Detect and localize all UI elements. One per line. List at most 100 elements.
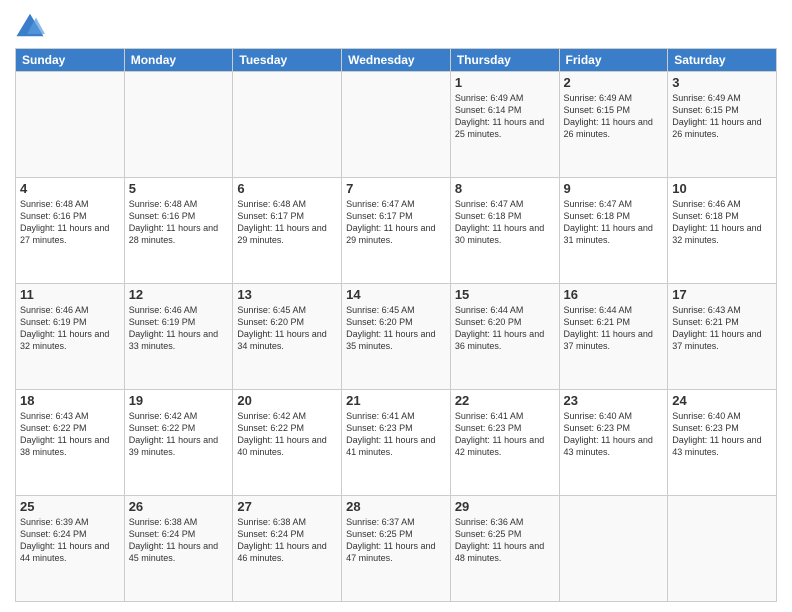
day-info: Sunrise: 6:49 AM Sunset: 6:15 PM Dayligh… [672, 92, 772, 141]
day-number: 9 [564, 181, 664, 196]
day-info: Sunrise: 6:40 AM Sunset: 6:23 PM Dayligh… [564, 410, 664, 459]
calendar-cell: 14 Sunrise: 6:45 AM Sunset: 6:20 PM Dayli… [342, 284, 451, 390]
day-info: Sunrise: 6:48 AM Sunset: 6:16 PM Dayligh… [20, 198, 120, 247]
calendar-cell: 23 Sunrise: 6:40 AM Sunset: 6:23 PM Dayli… [559, 390, 668, 496]
day-info: Sunrise: 6:48 AM Sunset: 6:16 PM Dayligh… [129, 198, 229, 247]
calendar-cell [668, 496, 777, 602]
day-number: 19 [129, 393, 229, 408]
day-info: Sunrise: 6:36 AM Sunset: 6:25 PM Dayligh… [455, 516, 555, 565]
col-header-wednesday: Wednesday [342, 49, 451, 72]
day-info: Sunrise: 6:49 AM Sunset: 6:15 PM Dayligh… [564, 92, 664, 141]
day-number: 17 [672, 287, 772, 302]
day-info: Sunrise: 6:38 AM Sunset: 6:24 PM Dayligh… [237, 516, 337, 565]
day-info: Sunrise: 6:45 AM Sunset: 6:20 PM Dayligh… [346, 304, 446, 353]
day-info: Sunrise: 6:48 AM Sunset: 6:17 PM Dayligh… [237, 198, 337, 247]
day-number: 29 [455, 499, 555, 514]
day-info: Sunrise: 6:46 AM Sunset: 6:19 PM Dayligh… [129, 304, 229, 353]
calendar-cell: 4 Sunrise: 6:48 AM Sunset: 6:16 PM Daylig… [16, 178, 125, 284]
calendar-cell: 6 Sunrise: 6:48 AM Sunset: 6:17 PM Daylig… [233, 178, 342, 284]
day-number: 22 [455, 393, 555, 408]
calendar-cell: 11 Sunrise: 6:46 AM Sunset: 6:19 PM Dayli… [16, 284, 125, 390]
day-number: 12 [129, 287, 229, 302]
day-number: 13 [237, 287, 337, 302]
day-number: 14 [346, 287, 446, 302]
calendar-cell: 29 Sunrise: 6:36 AM Sunset: 6:25 PM Dayli… [450, 496, 559, 602]
day-info: Sunrise: 6:43 AM Sunset: 6:21 PM Dayligh… [672, 304, 772, 353]
calendar-cell: 13 Sunrise: 6:45 AM Sunset: 6:20 PM Dayli… [233, 284, 342, 390]
day-info: Sunrise: 6:44 AM Sunset: 6:20 PM Dayligh… [455, 304, 555, 353]
calendar-cell: 8 Sunrise: 6:47 AM Sunset: 6:18 PM Daylig… [450, 178, 559, 284]
calendar-cell: 16 Sunrise: 6:44 AM Sunset: 6:21 PM Dayli… [559, 284, 668, 390]
col-header-tuesday: Tuesday [233, 49, 342, 72]
calendar-cell: 15 Sunrise: 6:44 AM Sunset: 6:20 PM Dayli… [450, 284, 559, 390]
day-number: 15 [455, 287, 555, 302]
calendar-cell: 2 Sunrise: 6:49 AM Sunset: 6:15 PM Daylig… [559, 72, 668, 178]
day-number: 10 [672, 181, 772, 196]
day-info: Sunrise: 6:41 AM Sunset: 6:23 PM Dayligh… [346, 410, 446, 459]
col-header-monday: Monday [124, 49, 233, 72]
day-info: Sunrise: 6:43 AM Sunset: 6:22 PM Dayligh… [20, 410, 120, 459]
col-header-saturday: Saturday [668, 49, 777, 72]
page: SundayMondayTuesdayWednesdayThursdayFrid… [0, 0, 792, 612]
day-info: Sunrise: 6:49 AM Sunset: 6:14 PM Dayligh… [455, 92, 555, 141]
day-info: Sunrise: 6:39 AM Sunset: 6:24 PM Dayligh… [20, 516, 120, 565]
calendar-cell: 24 Sunrise: 6:40 AM Sunset: 6:23 PM Dayli… [668, 390, 777, 496]
day-number: 2 [564, 75, 664, 90]
day-number: 4 [20, 181, 120, 196]
calendar-cell [342, 72, 451, 178]
calendar-cell: 27 Sunrise: 6:38 AM Sunset: 6:24 PM Dayli… [233, 496, 342, 602]
day-info: Sunrise: 6:42 AM Sunset: 6:22 PM Dayligh… [237, 410, 337, 459]
day-info: Sunrise: 6:44 AM Sunset: 6:21 PM Dayligh… [564, 304, 664, 353]
calendar-cell: 18 Sunrise: 6:43 AM Sunset: 6:22 PM Dayli… [16, 390, 125, 496]
day-info: Sunrise: 6:45 AM Sunset: 6:20 PM Dayligh… [237, 304, 337, 353]
day-info: Sunrise: 6:47 AM Sunset: 6:18 PM Dayligh… [564, 198, 664, 247]
day-info: Sunrise: 6:42 AM Sunset: 6:22 PM Dayligh… [129, 410, 229, 459]
day-number: 23 [564, 393, 664, 408]
calendar-cell: 10 Sunrise: 6:46 AM Sunset: 6:18 PM Dayli… [668, 178, 777, 284]
calendar-cell [233, 72, 342, 178]
day-number: 25 [20, 499, 120, 514]
day-number: 11 [20, 287, 120, 302]
calendar-cell: 25 Sunrise: 6:39 AM Sunset: 6:24 PM Dayli… [16, 496, 125, 602]
calendar-cell: 5Sunrise: 6:48 AM Sunset: 6:16 PM Daylig… [124, 178, 233, 284]
calendar-cell [124, 72, 233, 178]
day-number: 27 [237, 499, 337, 514]
calendar-cell: 19 Sunrise: 6:42 AM Sunset: 6:22 PM Dayli… [124, 390, 233, 496]
day-number: 21 [346, 393, 446, 408]
day-info: Sunrise: 6:47 AM Sunset: 6:18 PM Dayligh… [455, 198, 555, 247]
day-number: 7 [346, 181, 446, 196]
header [15, 10, 777, 40]
day-info: Sunrise: 6:47 AM Sunset: 6:17 PM Dayligh… [346, 198, 446, 247]
calendar-cell [16, 72, 125, 178]
logo [15, 10, 49, 40]
day-number: 20 [237, 393, 337, 408]
day-number: 3 [672, 75, 772, 90]
calendar-cell [559, 496, 668, 602]
day-number: 16 [564, 287, 664, 302]
day-info: Sunrise: 6:41 AM Sunset: 6:23 PM Dayligh… [455, 410, 555, 459]
day-number: 28 [346, 499, 446, 514]
col-header-thursday: Thursday [450, 49, 559, 72]
day-info: Sunrise: 6:46 AM Sunset: 6:19 PM Dayligh… [20, 304, 120, 353]
day-number: 18 [20, 393, 120, 408]
calendar-cell: 17 Sunrise: 6:43 AM Sunset: 6:21 PM Dayli… [668, 284, 777, 390]
calendar-cell: 1Sunrise: 6:49 AM Sunset: 6:14 PM Daylig… [450, 72, 559, 178]
calendar-cell: 20 Sunrise: 6:42 AM Sunset: 6:22 PM Dayli… [233, 390, 342, 496]
col-header-friday: Friday [559, 49, 668, 72]
calendar-table: SundayMondayTuesdayWednesdayThursdayFrid… [15, 48, 777, 602]
day-info: Sunrise: 6:40 AM Sunset: 6:23 PM Dayligh… [672, 410, 772, 459]
calendar-cell: 7 Sunrise: 6:47 AM Sunset: 6:17 PM Daylig… [342, 178, 451, 284]
calendar-cell: 26Sunrise: 6:38 AM Sunset: 6:24 PM Dayli… [124, 496, 233, 602]
day-number: 8 [455, 181, 555, 196]
calendar-cell: 21 Sunrise: 6:41 AM Sunset: 6:23 PM Dayli… [342, 390, 451, 496]
day-number: 24 [672, 393, 772, 408]
logo-icon [15, 10, 45, 40]
day-info: Sunrise: 6:46 AM Sunset: 6:18 PM Dayligh… [672, 198, 772, 247]
day-number: 26 [129, 499, 229, 514]
calendar-cell: 28Sunrise: 6:37 AM Sunset: 6:25 PM Dayli… [342, 496, 451, 602]
calendar-cell: 9 Sunrise: 6:47 AM Sunset: 6:18 PM Daylig… [559, 178, 668, 284]
calendar-cell: 3 Sunrise: 6:49 AM Sunset: 6:15 PM Daylig… [668, 72, 777, 178]
calendar-cell: 12 Sunrise: 6:46 AM Sunset: 6:19 PM Dayli… [124, 284, 233, 390]
calendar-cell: 22 Sunrise: 6:41 AM Sunset: 6:23 PM Dayli… [450, 390, 559, 496]
day-number: 6 [237, 181, 337, 196]
